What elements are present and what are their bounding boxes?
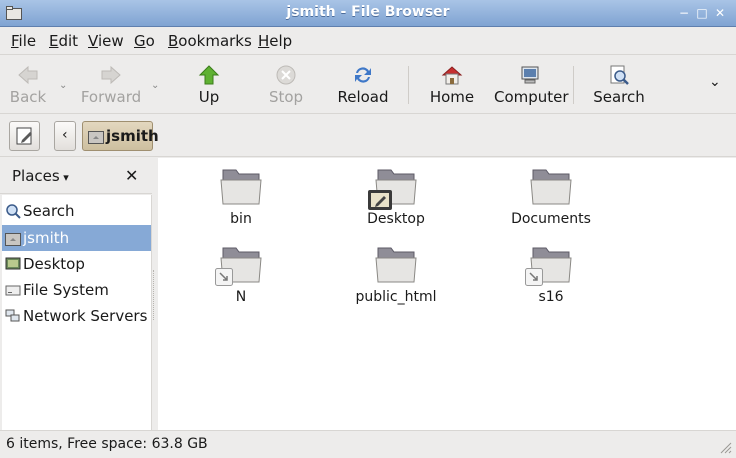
file-item-public-html[interactable]: public_html [331, 236, 461, 311]
stop-button[interactable]: Stop [262, 56, 310, 114]
sidebar-item-search[interactable]: Search [2, 198, 151, 224]
home-icon [441, 66, 463, 85]
file-name: public_html [355, 289, 437, 305]
reload-button[interactable]: Reload [334, 56, 392, 114]
file-item-documents[interactable]: Documents [486, 158, 616, 233]
file-name: bin [230, 211, 252, 227]
forward-arrow-icon [101, 65, 121, 85]
sidebar-item-file-system[interactable]: File System [2, 277, 151, 303]
menu-help[interactable]: Help [258, 32, 292, 50]
harddisk-icon [5, 285, 21, 296]
folder-icon [375, 247, 417, 283]
file-name: N [235, 289, 247, 305]
computer-button[interactable]: Computer [494, 56, 569, 114]
file-name: s16 [538, 289, 564, 305]
toolbar-overflow-chevron-icon[interactable]: ⌄ [709, 74, 721, 90]
sidebar-item-label: jsmith [23, 229, 70, 247]
sidebar-item-network-servers[interactable]: Network Servers [2, 303, 151, 329]
desktop-icon [5, 257, 21, 270]
search-icon [610, 65, 629, 85]
places-dropdown[interactable]: Places ▾ [12, 167, 69, 185]
search-button[interactable]: Search [592, 56, 646, 114]
sidebar: Places ▾ ✕ Search jsmith Desktop File Sy… [0, 158, 152, 430]
toolbar-separator [573, 66, 574, 104]
menu-go[interactable]: Go [134, 32, 155, 50]
symlink-emblem-icon [525, 268, 543, 286]
chevron-left-icon: ‹ [62, 127, 68, 143]
file-name: Desktop [367, 211, 425, 227]
toolbar-separator [408, 66, 409, 104]
folder-icon [220, 169, 262, 205]
file-item-bin[interactable]: bin [176, 158, 306, 233]
file-item-desktop[interactable]: Desktop [331, 158, 461, 233]
location-bar: ‹ jsmith [0, 115, 736, 157]
file-item-s16[interactable]: s16 [486, 236, 616, 311]
menu-file[interactable]: File [11, 32, 36, 50]
sidebar-item-label: Search [23, 202, 75, 220]
window-title: jsmith - File Browser [286, 4, 450, 20]
stop-icon [276, 65, 296, 85]
sidebar-item-label: File System [23, 281, 109, 299]
back-arrow-icon [18, 65, 38, 85]
menu-edit[interactable]: Edit [49, 32, 78, 50]
resize-grip-icon[interactable] [718, 440, 732, 454]
menu-bookmarks[interactable]: Bookmarks [168, 32, 252, 50]
reload-icon [355, 67, 371, 83]
toolbar: Back ⌄ Forward ⌄ Up Stop Reload Home Com… [0, 56, 736, 114]
chevron-down-icon: ▾ [59, 171, 69, 184]
network-icon [5, 309, 20, 322]
up-button[interactable]: Up [186, 56, 232, 114]
home-button[interactable]: Home [426, 56, 478, 114]
close-sidebar-icon[interactable]: ✕ [125, 166, 138, 185]
forward-history-chevron-icon[interactable]: ⌄ [151, 80, 159, 91]
maximize-icon[interactable]: □ [694, 5, 710, 21]
minimize-icon[interactable]: − [676, 5, 692, 21]
folder-icon [530, 169, 572, 205]
status-bar: 6 items, Free space: 63.8 GB [0, 430, 736, 458]
path-scroll-left-button[interactable]: ‹ [54, 121, 76, 151]
up-arrow-icon [198, 65, 220, 85]
file-name: Documents [511, 211, 591, 227]
status-text: 6 items, Free space: 63.8 GB [6, 436, 208, 452]
edit-location-icon [16, 127, 32, 145]
file-view: bin Desktop Documents N public_html s16 [158, 158, 736, 430]
menu-view[interactable]: View [88, 32, 124, 50]
desktop-emblem-icon [368, 190, 392, 210]
close-icon[interactable]: ✕ [712, 5, 728, 21]
title-bar[interactable]: jsmith - File Browser − □ ✕ [0, 0, 736, 27]
home-folder-icon [88, 131, 104, 144]
sidebar-header: Places ▾ ✕ [0, 158, 152, 194]
computer-icon [521, 66, 539, 84]
menu-bar: File Edit View Go Bookmarks Help [0, 27, 736, 55]
sidebar-item-label: Network Servers [23, 307, 148, 325]
sidebar-item-label: Desktop [23, 255, 85, 273]
path-button-jsmith[interactable]: jsmith [82, 121, 159, 151]
location-toggle-button[interactable] [9, 121, 40, 151]
home-folder-icon [5, 233, 21, 246]
pane-resize-handle[interactable] [153, 270, 156, 320]
search-icon [6, 204, 21, 219]
sidebar-item-desktop[interactable]: Desktop [2, 251, 151, 277]
back-button[interactable]: Back [4, 56, 52, 114]
back-history-chevron-icon[interactable]: ⌄ [59, 80, 67, 91]
forward-button[interactable]: Forward [80, 56, 142, 114]
file-item-n[interactable]: N [176, 236, 306, 311]
sidebar-item-jsmith[interactable]: jsmith [2, 225, 151, 251]
symlink-emblem-icon [215, 268, 233, 286]
places-list: Search jsmith Desktop File System Networ… [2, 195, 152, 430]
